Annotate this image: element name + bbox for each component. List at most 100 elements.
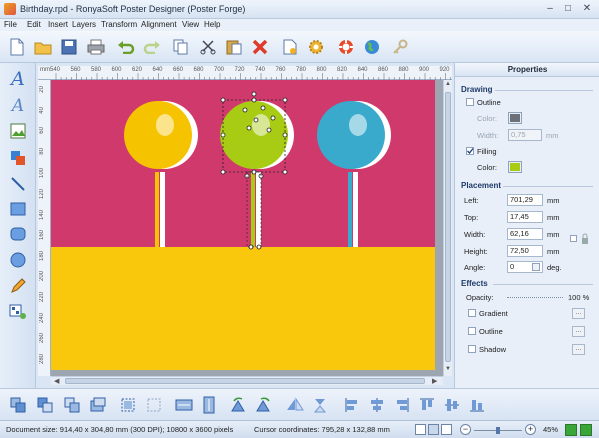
maximize-button[interactable]: □	[559, 2, 577, 16]
opacity-slider[interactable]	[507, 297, 563, 298]
rotate-right-icon[interactable]	[254, 395, 274, 415]
shadow-checkbox[interactable]	[468, 345, 476, 353]
close-button[interactable]: ✕	[578, 2, 596, 16]
export-icon[interactable]	[279, 36, 301, 58]
qr-barcode-tool-icon[interactable]	[6, 301, 30, 323]
effect-outline-checkbox[interactable]	[468, 327, 476, 335]
lollipop-stick[interactable]	[155, 172, 159, 247]
menu-view[interactable]: View	[182, 20, 199, 29]
view-mode-3-icon[interactable]	[441, 424, 452, 435]
angle-spin-icon[interactable]	[532, 263, 540, 271]
print-icon[interactable]	[85, 36, 107, 58]
lock-proportions-checkbox[interactable]	[570, 235, 577, 242]
lollipop-stick[interactable]	[348, 172, 352, 247]
text-tool-icon[interactable]: A	[6, 68, 30, 90]
width-input[interactable]: 62,16	[507, 228, 543, 240]
angle-input[interactable]: 0	[507, 261, 543, 273]
left-input[interactable]: 701,29	[507, 194, 543, 206]
copy-icon[interactable]	[170, 36, 192, 58]
same-width-icon[interactable]	[174, 395, 194, 415]
align-center-icon[interactable]	[367, 395, 387, 415]
art-text-tool-icon[interactable]: A	[6, 95, 30, 117]
scroll-up-icon[interactable]: ▲	[445, 81, 451, 87]
zoom-slider-thumb[interactable]	[496, 427, 500, 434]
pencil-tool-icon[interactable]	[6, 275, 30, 297]
scroll-left-icon[interactable]: ◀	[54, 377, 59, 385]
canvas-workspace[interactable]	[51, 80, 443, 376]
align-left-icon[interactable]	[342, 395, 362, 415]
scroll-right-icon[interactable]: ▶	[432, 377, 437, 385]
vertical-scrollbar[interactable]: ▲ ▼	[443, 80, 452, 376]
lollipop-candy[interactable]	[124, 101, 192, 169]
menu-layers[interactable]: Layers	[72, 20, 96, 29]
shadow-settings-button[interactable]: ...	[572, 344, 585, 355]
gradient-checkbox[interactable]	[468, 309, 476, 317]
scroll-down-icon[interactable]: ▼	[445, 366, 451, 372]
menu-file[interactable]: File	[4, 20, 17, 29]
view-mode-2-icon[interactable]	[428, 424, 439, 435]
web-globe-icon[interactable]	[361, 36, 383, 58]
rounded-rectangle-tool-icon[interactable]	[6, 223, 30, 245]
outline-checkbox[interactable]	[466, 98, 474, 106]
settings-gear-icon[interactable]	[305, 36, 327, 58]
lollipop-stick[interactable]	[251, 172, 255, 247]
menu-alignment[interactable]: Alignment	[141, 20, 177, 29]
cut-icon[interactable]	[197, 36, 219, 58]
lollipop-candy[interactable]	[220, 101, 288, 169]
send-to-back-icon[interactable]	[88, 395, 108, 415]
zoom-slider[interactable]	[474, 427, 522, 434]
zoom-out-icon[interactable]: −	[460, 424, 471, 435]
lollipop-candy[interactable]	[317, 101, 385, 169]
top-input[interactable]: 17,45	[507, 211, 543, 223]
key-icon[interactable]	[389, 36, 411, 58]
fill-color-swatch[interactable]	[508, 161, 522, 173]
new-document-icon[interactable]	[6, 36, 28, 58]
rotate-left-icon[interactable]	[229, 395, 249, 415]
bring-to-front-icon[interactable]	[8, 395, 28, 415]
outline-width-input[interactable]: 0,75	[508, 129, 542, 141]
menu-edit[interactable]: Edit	[27, 20, 41, 29]
outline-color-swatch[interactable]	[508, 112, 522, 124]
delete-icon[interactable]	[249, 36, 271, 58]
same-height-icon[interactable]	[199, 395, 219, 415]
ellipse-tool-icon[interactable]	[6, 249, 30, 271]
bring-forward-icon[interactable]	[35, 395, 55, 415]
clipart-tool-icon[interactable]	[6, 147, 30, 169]
menu-transform[interactable]: Transform	[101, 20, 137, 29]
fit-page-icon[interactable]	[565, 424, 577, 436]
menu-help[interactable]: Help	[204, 20, 220, 29]
ungroup-icon[interactable]	[144, 395, 164, 415]
minimize-button[interactable]: –	[541, 2, 559, 16]
align-bottom-icon[interactable]	[467, 395, 487, 415]
open-folder-icon[interactable]	[32, 36, 54, 58]
align-middle-icon[interactable]	[442, 395, 462, 415]
menu-insert[interactable]: Insert	[48, 20, 68, 29]
align-right-icon[interactable]	[392, 395, 412, 415]
ruler-label: 920	[439, 67, 450, 73]
flip-horizontal-icon[interactable]	[285, 395, 305, 415]
line-tool-icon[interactable]	[6, 173, 30, 195]
vertical-scroll-thumb[interactable]	[445, 92, 451, 362]
help-lifebuoy-icon[interactable]	[335, 36, 357, 58]
save-icon[interactable]	[58, 36, 80, 58]
image-tool-icon[interactable]	[6, 120, 30, 142]
poster-canvas[interactable]	[51, 80, 435, 370]
gradient-settings-button[interactable]: ...	[572, 308, 585, 319]
paste-icon[interactable]	[223, 36, 245, 58]
group-icon[interactable]	[118, 395, 138, 415]
send-backward-icon[interactable]	[62, 395, 82, 415]
poster-background-bottom[interactable]	[51, 247, 435, 370]
rectangle-tool-icon[interactable]	[6, 198, 30, 220]
undo-icon[interactable]	[115, 36, 137, 58]
redo-icon[interactable]	[141, 36, 163, 58]
zoom-in-icon[interactable]: +	[525, 424, 536, 435]
height-input[interactable]: 72,50	[507, 245, 543, 257]
flip-vertical-icon[interactable]	[310, 395, 330, 415]
outline-settings-button[interactable]: ...	[572, 326, 585, 337]
filling-checkbox[interactable]	[466, 147, 474, 155]
actual-size-icon[interactable]	[580, 424, 592, 436]
align-top-icon[interactable]	[417, 395, 437, 415]
horizontal-scrollbar[interactable]: ◀ ▶	[51, 376, 443, 385]
view-mode-1-icon[interactable]	[415, 424, 426, 435]
horizontal-scroll-thumb[interactable]	[65, 378, 425, 384]
